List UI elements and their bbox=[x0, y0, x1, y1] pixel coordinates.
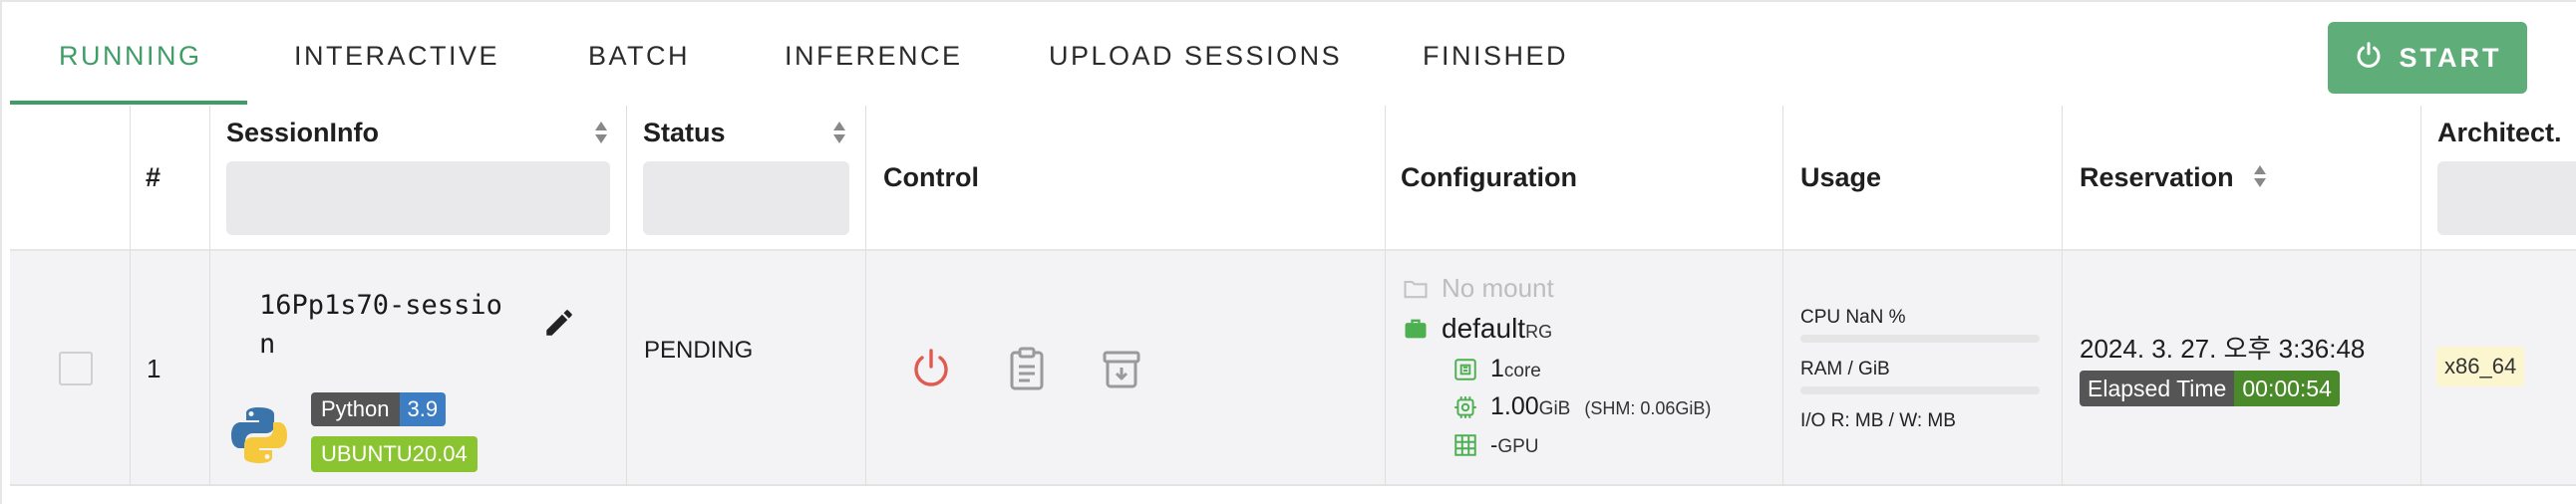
resource-group-info: default RG bbox=[1402, 313, 1552, 345]
cpu-usage-label: CPU NaN % bbox=[1800, 307, 1906, 328]
column-header-configuration: Configuration bbox=[1401, 162, 1577, 192]
column-divider bbox=[865, 106, 866, 486]
ram-usage-bar bbox=[1800, 386, 2040, 394]
session-name-line: 16Pp1s70-sessio bbox=[259, 290, 502, 321]
session-info-filter-input[interactable] bbox=[226, 161, 610, 235]
elapsed-time-label: Elapsed Time bbox=[2080, 371, 2235, 406]
column-divider bbox=[209, 106, 210, 486]
shm-info: (SHM: 0.06GiB) bbox=[1584, 398, 1712, 418]
os-badge: UBUNTU20.04 bbox=[311, 436, 478, 472]
cpu-value: 1 bbox=[1490, 355, 1504, 382]
column-divider bbox=[1385, 106, 1386, 486]
cpu-icon bbox=[1452, 357, 1478, 382]
language-badge: Python 3.9 bbox=[311, 392, 447, 426]
column-divider bbox=[626, 106, 627, 486]
column-divider bbox=[130, 106, 131, 486]
column-header-usage: Usage bbox=[1800, 162, 1882, 192]
status-text: PENDING bbox=[644, 337, 754, 364]
sort-icon[interactable] bbox=[2252, 163, 2268, 189]
architecture-badge: x86_64 bbox=[2436, 347, 2525, 386]
elapsed-time-badge: Elapsed Time 00:00:54 bbox=[2080, 371, 2340, 406]
column-divider bbox=[1782, 106, 1783, 486]
resource-group-name: default bbox=[1442, 313, 1526, 344]
archive-download-icon[interactable] bbox=[1098, 345, 1145, 392]
tab-interactive[interactable]: INTERACTIVE bbox=[294, 2, 499, 106]
mount-info: No mount bbox=[1402, 273, 1554, 304]
edit-icon[interactable] bbox=[542, 306, 576, 340]
briefcase-icon bbox=[1402, 315, 1430, 343]
tab-upload-sessions[interactable]: UPLOAD SESSIONS bbox=[1049, 2, 1342, 106]
memory-chip-icon bbox=[1452, 394, 1478, 420]
column-header-session-info[interactable]: SessionInfo bbox=[226, 118, 379, 148]
terminate-power-icon[interactable] bbox=[907, 345, 955, 392]
elapsed-time-value: 00:00:54 bbox=[2234, 371, 2340, 406]
python-logo-icon bbox=[227, 403, 291, 467]
memory-unit: GiB bbox=[1538, 398, 1571, 419]
ram-usage-label: RAM / GiB bbox=[1800, 359, 1890, 379]
reservation-datetime: 2024. 3. 27. 오후 3:36:48 bbox=[2080, 334, 2366, 364]
gpu-unit: GPU bbox=[1497, 436, 1539, 457]
column-header-index: # bbox=[146, 162, 161, 192]
column-header-reservation[interactable]: Reservation bbox=[2080, 162, 2234, 193]
session-name-line: n bbox=[259, 329, 276, 360]
io-usage-label: I/O R: MB / W: MB bbox=[1800, 410, 1956, 431]
start-button-label: START bbox=[2399, 42, 2502, 73]
mount-text: No mount bbox=[1442, 273, 1554, 303]
cpu-usage-bar bbox=[1800, 335, 2040, 343]
column-header-control: Control bbox=[883, 162, 979, 192]
row-select-checkbox[interactable] bbox=[59, 352, 93, 385]
tab-batch[interactable]: BATCH bbox=[588, 2, 690, 106]
resource-group-suffix: RG bbox=[1525, 322, 1553, 342]
memory-info: 1.00 GiB (SHM: 0.06GiB) bbox=[1452, 392, 1711, 421]
column-divider bbox=[2062, 106, 2063, 486]
sort-icon[interactable] bbox=[831, 120, 847, 145]
tab-running[interactable]: RUNNING bbox=[59, 2, 202, 106]
logs-clipboard-icon[interactable] bbox=[1003, 345, 1051, 392]
power-icon bbox=[2354, 40, 2384, 77]
column-header-architecture[interactable]: Architect. bbox=[2437, 118, 2562, 148]
cpu-info: 1 core bbox=[1452, 355, 1541, 383]
gpu-info: - GPU bbox=[1452, 432, 1539, 458]
language-name: Python bbox=[311, 392, 400, 426]
session-tabs: RUNNING INTERACTIVE BATCH INFERENCE UPLO… bbox=[2, 2, 2576, 106]
status-filter-input[interactable] bbox=[643, 161, 849, 235]
architecture-filter-input[interactable] bbox=[2437, 161, 2576, 235]
session-name: 16Pp1s70-sessio n bbox=[259, 286, 502, 364]
gpu-value: - bbox=[1490, 432, 1498, 457]
column-divider bbox=[2420, 106, 2421, 486]
active-tab-indicator bbox=[10, 101, 247, 105]
cpu-unit: core bbox=[1503, 361, 1541, 381]
tab-inference[interactable]: INFERENCE bbox=[785, 2, 963, 106]
column-header-status[interactable]: Status bbox=[643, 118, 726, 148]
sort-icon[interactable] bbox=[593, 120, 609, 145]
folder-icon bbox=[1402, 275, 1430, 303]
language-version: 3.9 bbox=[399, 392, 447, 426]
gpu-grid-icon bbox=[1452, 432, 1478, 458]
session-list-panel: RUNNING INTERACTIVE BATCH INFERENCE UPLO… bbox=[0, 0, 2576, 504]
tab-finished[interactable]: FINISHED bbox=[1423, 2, 1568, 106]
start-session-button[interactable]: START bbox=[2328, 22, 2527, 94]
row-index: 1 bbox=[147, 354, 161, 383]
memory-value: 1.00 bbox=[1490, 392, 1539, 420]
